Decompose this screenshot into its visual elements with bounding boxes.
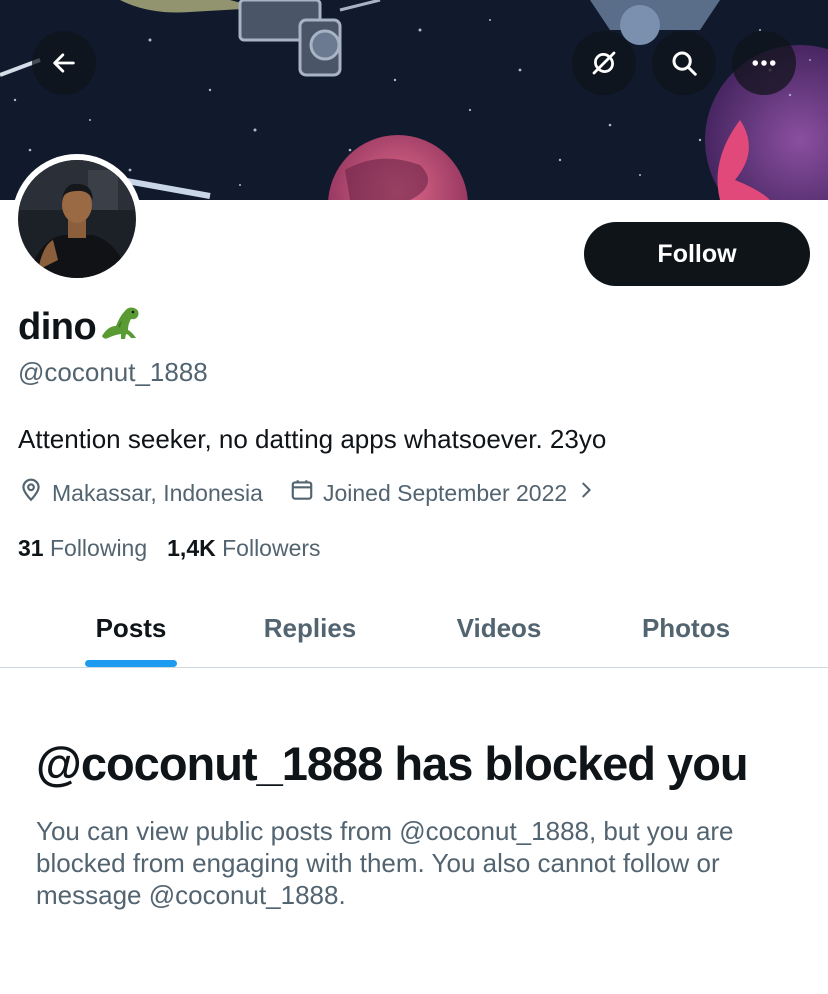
arrow-left-icon [50, 49, 78, 77]
blocked-title: @coconut_1888 has blocked you [36, 737, 749, 790]
location-text: Makassar, Indonesia [52, 479, 263, 506]
avatar[interactable] [12, 154, 142, 284]
back-button[interactable] [32, 31, 96, 95]
tab-videos[interactable]: Videos [426, 590, 572, 667]
more-button[interactable] [732, 31, 796, 95]
tab-posts[interactable]: Posts [58, 590, 204, 667]
location-pin-icon [18, 477, 44, 509]
chevron-right-icon [575, 479, 597, 507]
dinosaur-emoji-icon [98, 302, 142, 352]
tab-photos[interactable]: Photos [612, 590, 760, 667]
profile-meta: Makassar, Indonesia Joined September 202… [18, 477, 597, 509]
followers-count: 1,4K [167, 535, 216, 561]
avatar-image [18, 160, 136, 278]
followers-stat[interactable]: 1,4K Followers [167, 535, 320, 562]
display-name-text: dino [18, 305, 97, 348]
tab-replies[interactable]: Replies [236, 590, 384, 667]
active-tab-indicator [85, 660, 177, 667]
translate-button[interactable] [572, 31, 636, 95]
following-stat[interactable]: 31 Following [18, 535, 147, 562]
profile-banner [0, 0, 828, 200]
follow-button[interactable]: Follow [584, 222, 810, 286]
profile-tabs: Posts Replies Videos Photos [0, 590, 828, 668]
joined-text: Joined September 2022 [322, 479, 568, 506]
user-handle: @coconut_1888 [18, 357, 208, 387]
blocked-message: You can view public posts from @coconut_… [36, 816, 734, 910]
following-count: 31 [18, 535, 44, 561]
no-translate-icon [589, 48, 619, 78]
search-icon [669, 48, 699, 78]
display-name: dino [18, 302, 142, 352]
location: Makassar, Indonesia [18, 477, 263, 509]
search-button[interactable] [652, 31, 716, 95]
follow-stats: 31 Following 1,4K Followers [18, 535, 321, 562]
more-horizontal-icon [749, 48, 779, 78]
followers-label: Followers [222, 535, 321, 561]
following-label: Following [49, 535, 148, 561]
bio: Attention seeker, no datting apps whatso… [18, 424, 607, 454]
calendar-icon [289, 477, 315, 509]
joined-date[interactable]: Joined September 2022 [289, 477, 597, 509]
